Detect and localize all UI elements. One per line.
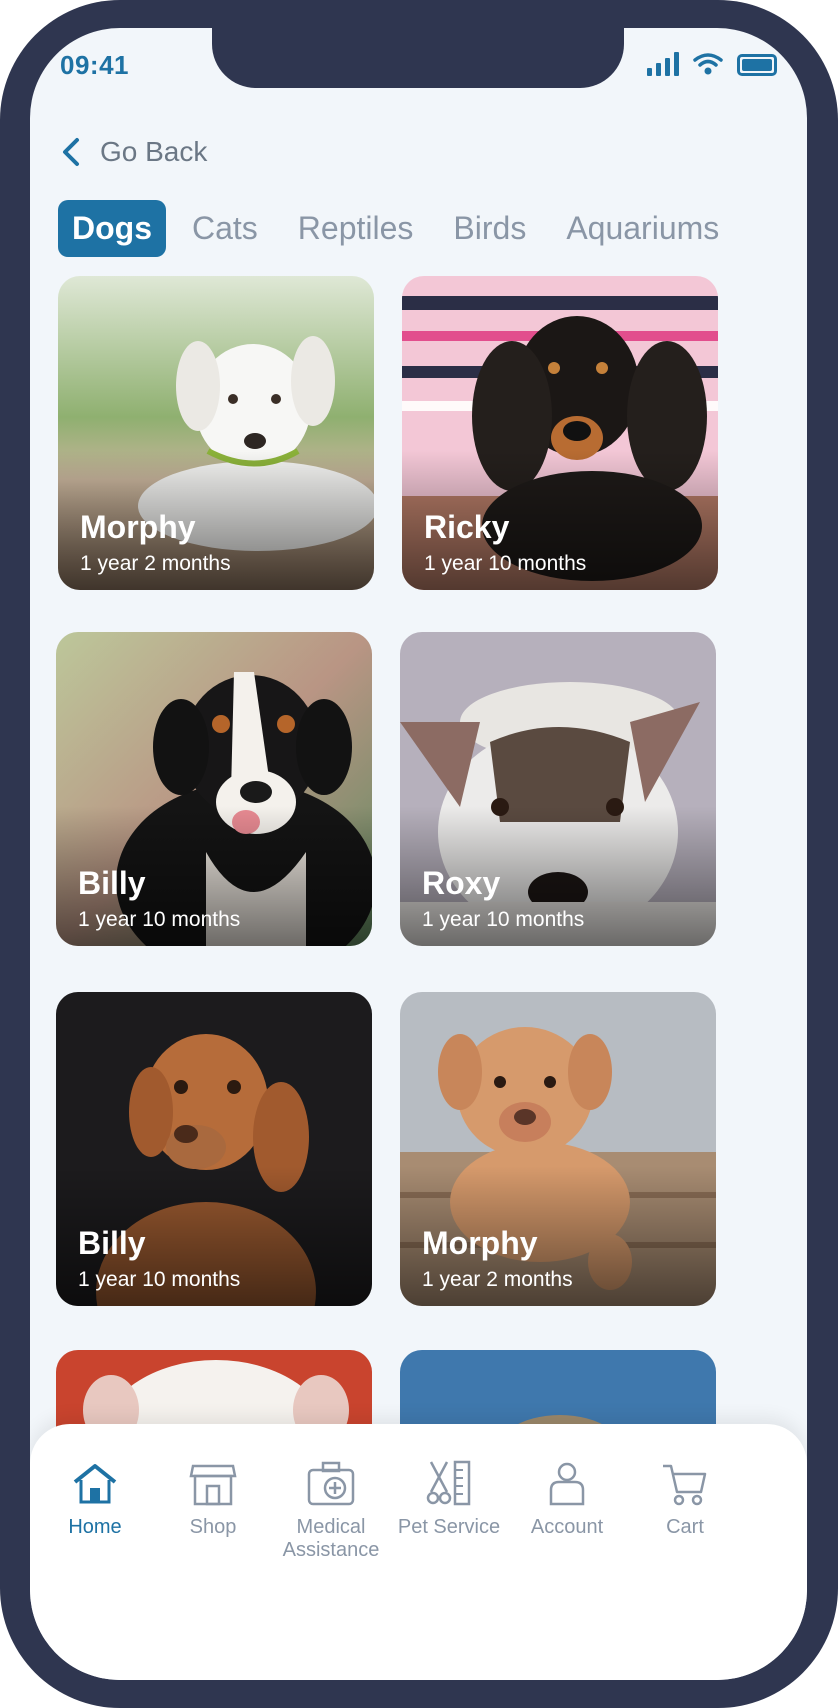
pet-name: Roxy: [422, 865, 501, 901]
go-back-button[interactable]: Go Back: [60, 136, 207, 168]
pet-age: 1 year 2 months: [80, 552, 231, 575]
nav-pet-service[interactable]: Pet Service: [394, 1458, 504, 1539]
pet-card[interactable]: Ricky 1 year 10 months: [402, 276, 718, 590]
cart-icon: [663, 1464, 707, 1506]
pet-name: Billy: [78, 1225, 146, 1261]
phone-frame: 09:41 Go Back Dogs Cats Reptiles Birds A…: [0, 0, 838, 1708]
tab-birds[interactable]: Birds: [439, 200, 540, 257]
nav-pet-service-label: Pet Service: [397, 1516, 501, 1538]
medical-kit-icon: [307, 1461, 355, 1506]
pet-card[interactable]: Billy 1 year 10 months: [56, 992, 372, 1306]
pet-age: 1 year 10 months: [422, 908, 585, 931]
pet-name: Morphy: [422, 1225, 538, 1261]
pet-card[interactable]: Roxy 1 year 10 months: [400, 632, 716, 946]
nav-account-label: Account: [530, 1516, 604, 1538]
pet-card[interactable]: Morphy 1 year 2 months: [400, 992, 716, 1306]
nav-account[interactable]: Account: [512, 1458, 622, 1539]
category-tabs: Dogs Cats Reptiles Birds Aquariums: [58, 200, 807, 257]
pet-name: Billy: [78, 865, 146, 901]
pet-card[interactable]: Morphy 1 year 2 months: [58, 276, 374, 590]
go-back-label: Go Back: [100, 136, 208, 167]
device-notch: [212, 28, 624, 88]
pet-age: 1 year 2 months: [422, 1268, 573, 1291]
nav-shop[interactable]: Shop: [158, 1458, 268, 1539]
pet-age: 1 year 10 months: [78, 1268, 241, 1291]
account-icon: [549, 1462, 585, 1506]
pet-name: Ricky: [424, 509, 510, 545]
home-icon: [73, 1464, 117, 1504]
status-icons: [647, 50, 777, 76]
pet-age: 1 year 10 months: [424, 552, 587, 575]
wifi-icon: [693, 53, 723, 75]
nav-medical-label: Medical Assistance: [282, 1516, 380, 1561]
pet-age: 1 year 10 months: [78, 908, 241, 931]
tab-reptiles[interactable]: Reptiles: [284, 200, 428, 257]
nav-shop-label: Shop: [189, 1516, 237, 1538]
shop-icon: [189, 1464, 237, 1506]
status-time: 09:41: [60, 50, 129, 80]
bottom-nav: Home Shop Medical Assistance Pet Service…: [30, 1424, 807, 1680]
battery-icon: [737, 54, 777, 76]
nav-home-label: Home: [68, 1516, 122, 1538]
nav-home[interactable]: Home: [40, 1458, 150, 1539]
tab-aquariums[interactable]: Aquariums: [552, 200, 733, 257]
pet-name: Morphy: [80, 509, 196, 545]
tab-dogs[interactable]: Dogs: [58, 200, 166, 257]
chevron-left-icon: [63, 138, 79, 166]
nav-cart[interactable]: Cart: [630, 1458, 740, 1539]
tab-cats[interactable]: Cats: [178, 200, 272, 257]
nav-cart-label: Cart: [666, 1516, 704, 1538]
nav-medical[interactable]: Medical Assistance: [276, 1458, 386, 1562]
grooming-icon: [426, 1460, 471, 1506]
signal-icon: [647, 50, 679, 76]
app-screen: 09:41 Go Back Dogs Cats Reptiles Birds A…: [30, 28, 807, 1680]
pet-card[interactable]: Billy 1 year 10 months: [56, 632, 372, 946]
